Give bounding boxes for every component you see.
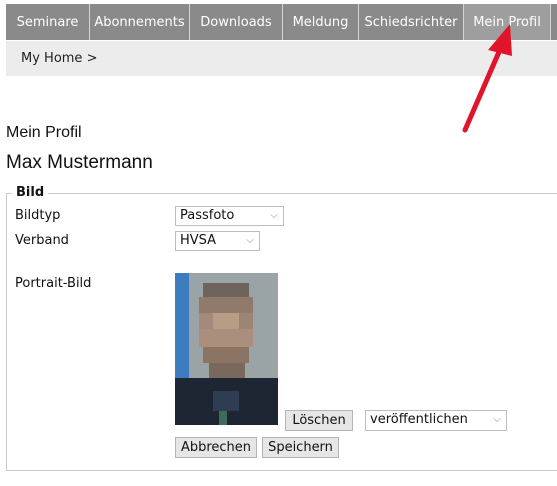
verband-label: Verband [15,233,69,248]
tab-abonnements[interactable]: Abonnements [90,4,190,40]
tab-overflow [551,4,557,40]
visibility-select[interactable]: veröffentlichen ⌵ [365,410,507,431]
chevron-down-icon: ⌵ [270,210,278,221]
breadcrumb[interactable]: My Home > [21,51,97,66]
save-button[interactable]: Speichern [262,437,339,458]
fieldset-legend: Bild [12,185,49,200]
person-name: Max Mustermann [6,152,153,173]
bildtyp-label: Bildtyp [15,208,61,223]
breadcrumb-bar: My Home > [6,41,557,76]
tab-meldung[interactable]: Meldung [283,4,359,40]
chevron-down-icon: ⌵ [246,235,254,246]
top-navigation: Seminare Abonnements Downloads Meldung S… [0,0,557,40]
visibility-value: veröffentlichen [370,412,468,427]
verband-select[interactable]: HVSA ⌵ [175,231,260,251]
portrait-label: Portrait-Bild [15,276,92,291]
cancel-button[interactable]: Abbrechen [175,437,257,458]
bildtyp-select[interactable]: Passfoto ⌵ [175,206,284,226]
tab-seminare[interactable]: Seminare [6,4,90,40]
verband-value: HVSA [180,233,217,248]
page-title: Mein Profil [6,124,82,141]
delete-button[interactable]: Löschen [285,410,353,431]
chevron-down-icon: ⌵ [493,414,501,425]
tab-downloads[interactable]: Downloads [190,4,283,40]
bildtyp-value: Passfoto [180,208,235,223]
tab-schiedsrichter[interactable]: Schiedsrichter [359,4,464,40]
tab-mein-profil[interactable]: Mein Profil [464,4,551,40]
portrait-image [175,273,278,425]
